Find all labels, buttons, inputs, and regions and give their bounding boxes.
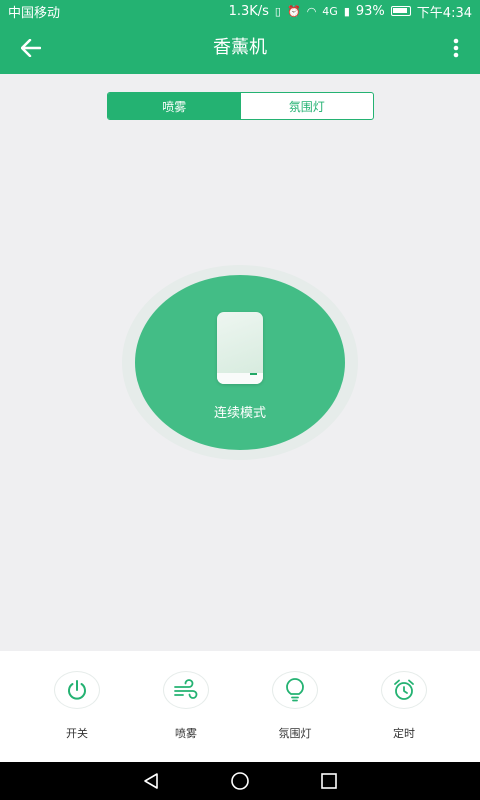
spray-control[interactable]: 喷雾: [151, 671, 221, 741]
control-panel: 开关 喷雾 氛围灯 定时: [0, 651, 480, 762]
circle-home-icon: [231, 772, 249, 790]
bulb-icon: [286, 678, 304, 702]
nav-back-button[interactable]: [140, 771, 162, 791]
network-speed: 1.3K/s: [228, 3, 269, 19]
network-type: 4G: [322, 4, 338, 18]
light-control[interactable]: 氛围灯: [260, 671, 330, 741]
light-label: 氛围灯: [278, 727, 312, 740]
triangle-back-icon: [144, 773, 158, 789]
tab-ambient-light[interactable]: 氛围灯: [241, 93, 374, 119]
tab-spray[interactable]: 喷雾: [108, 93, 241, 119]
timer-control[interactable]: 定时: [369, 671, 439, 741]
app-bar: 香薰机: [0, 22, 480, 74]
wifi-icon: ◠: [306, 4, 317, 18]
nav-recents-button[interactable]: [318, 771, 340, 791]
power-icon-wrap: [54, 671, 100, 709]
carrier-name: 中国移动: [8, 5, 61, 21]
more-button[interactable]: [446, 34, 466, 62]
device-indicator-light: [250, 373, 257, 375]
bulb-icon-wrap: [272, 671, 318, 709]
signal-icon: ▮: [343, 4, 350, 18]
alarm-icon-wrap: [381, 671, 427, 709]
more-vertical-icon: [453, 38, 459, 58]
diffuser-device-icon: [217, 312, 263, 384]
page-title: 香薰机: [213, 37, 267, 58]
mode-label: 连续模式: [213, 406, 266, 421]
spray-label: 喷雾: [175, 727, 197, 740]
alarm-status-icon: ⏰: [286, 4, 301, 18]
status-indicators: 1.3K/s ▯ ⏰ ◠ 4G ▮ 93% 下午4:34: [229, 2, 472, 21]
system-navigation-bar: [0, 762, 480, 800]
wind-icon-wrap: [163, 671, 209, 709]
power-control[interactable]: 开关: [42, 671, 112, 741]
nav-home-button[interactable]: [229, 771, 251, 791]
clock-time: 下午4:34: [416, 5, 472, 21]
mode-tabs: 喷雾 氛围灯: [107, 92, 374, 120]
battery-percentage: 93%: [355, 3, 385, 19]
vibrate-icon: ▯: [274, 4, 281, 18]
battery-icon: [390, 6, 411, 16]
power-label: 开关: [66, 727, 88, 740]
timer-label: 定时: [393, 727, 415, 740]
square-recents-icon: [321, 773, 337, 789]
power-icon: [68, 680, 86, 700]
status-bar: 中国移动 1.3K/s ▯ ⏰ ◠ 4G ▮ 93% 下午4:34: [0, 0, 480, 22]
wind-icon: [174, 679, 198, 699]
alarm-clock-icon: [394, 679, 414, 700]
